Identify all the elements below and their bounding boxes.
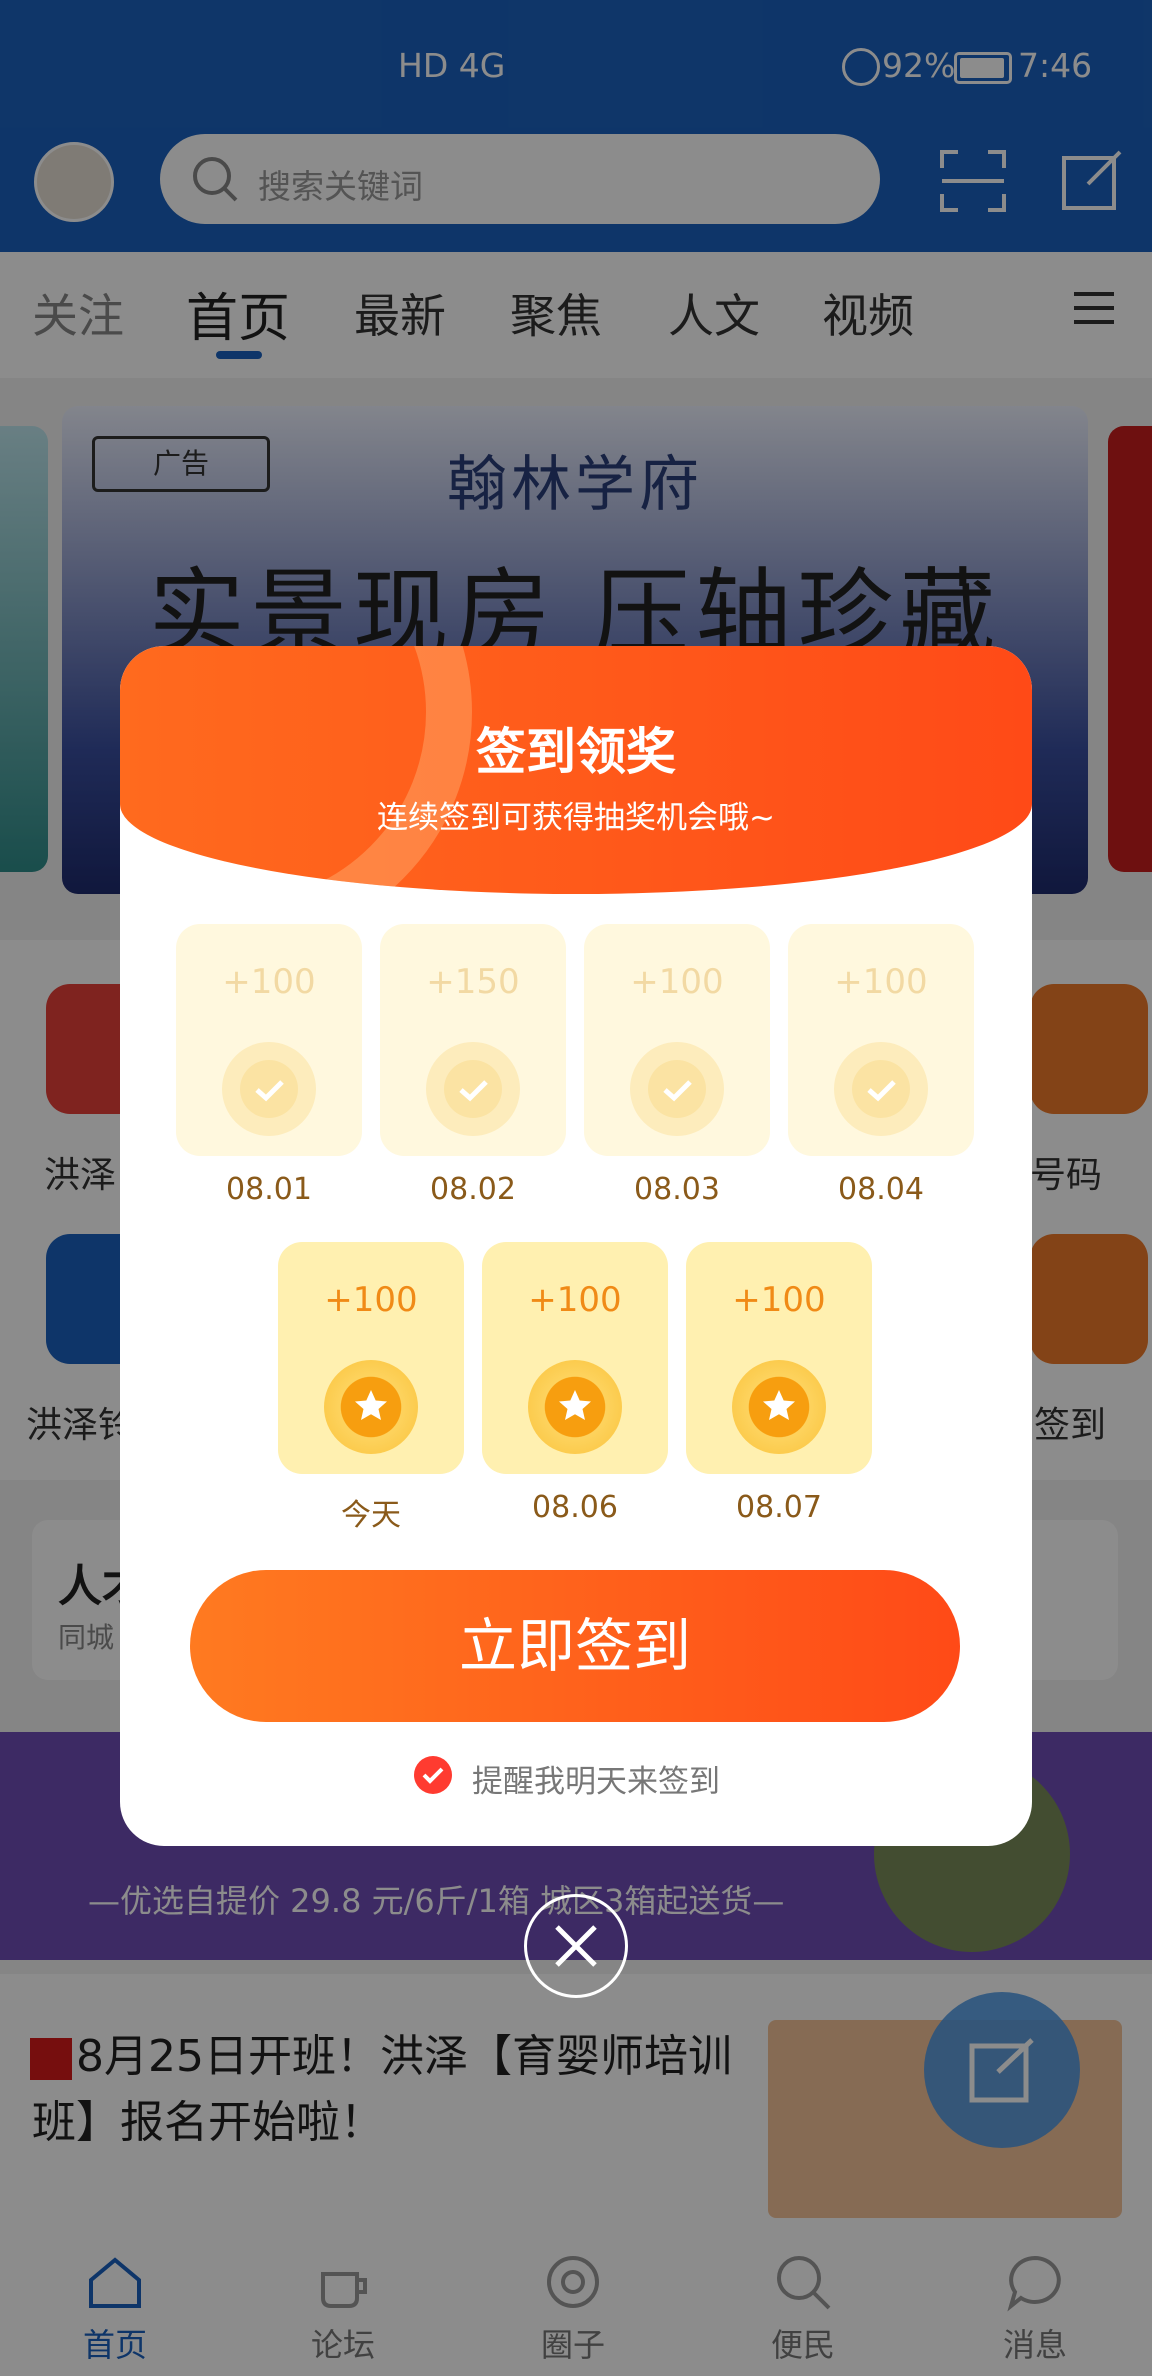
star-coin-icon xyxy=(732,1360,826,1454)
day-card-0806: +100 xyxy=(482,1242,668,1474)
day-points: +100 xyxy=(834,962,928,1002)
day-points: +100 xyxy=(732,1280,826,1320)
dialog-header: 签到领奖 连续签到可获得抽奖机会哦~ xyxy=(120,646,1032,894)
day-card-0802: +150 xyxy=(380,924,566,1156)
day-card-0807: +100 xyxy=(686,1242,872,1474)
dialog-title: 签到领奖 xyxy=(476,723,676,781)
day-date: 08.01 xyxy=(226,1172,312,1207)
day-card-today: +100 xyxy=(278,1242,464,1474)
day-points: +100 xyxy=(222,962,316,1002)
day-card-0803: +100 xyxy=(584,924,770,1156)
close-icon xyxy=(555,1925,597,1967)
day-date: 08.02 xyxy=(430,1172,516,1207)
checked-coin-icon xyxy=(834,1042,928,1136)
close-dialog-button[interactable] xyxy=(524,1894,628,1998)
day-points: +150 xyxy=(426,962,520,1002)
day-card-0801: +100 xyxy=(176,924,362,1156)
star-coin-icon xyxy=(528,1360,622,1454)
day-date: 今天 xyxy=(341,1498,401,1533)
checked-coin-icon xyxy=(222,1042,316,1136)
day-card-0804: +100 xyxy=(788,924,974,1156)
day-points: +100 xyxy=(528,1280,622,1320)
checkbox-checked-icon[interactable] xyxy=(414,1756,452,1794)
checked-coin-icon xyxy=(630,1042,724,1136)
checkin-now-button[interactable]: 立即签到 xyxy=(190,1570,960,1722)
star-coin-icon xyxy=(324,1360,418,1454)
day-points: +100 xyxy=(630,962,724,1002)
day-date: 08.03 xyxy=(634,1172,720,1207)
day-date: 08.04 xyxy=(838,1172,924,1207)
day-points: +100 xyxy=(324,1280,418,1320)
day-date: 08.06 xyxy=(532,1490,618,1525)
dialog-subtitle: 连续签到可获得抽奖机会哦~ xyxy=(377,800,775,836)
day-date: 08.07 xyxy=(736,1490,822,1525)
checked-coin-icon xyxy=(426,1042,520,1136)
remind-label: 提醒我明天来签到 xyxy=(472,1764,720,1800)
